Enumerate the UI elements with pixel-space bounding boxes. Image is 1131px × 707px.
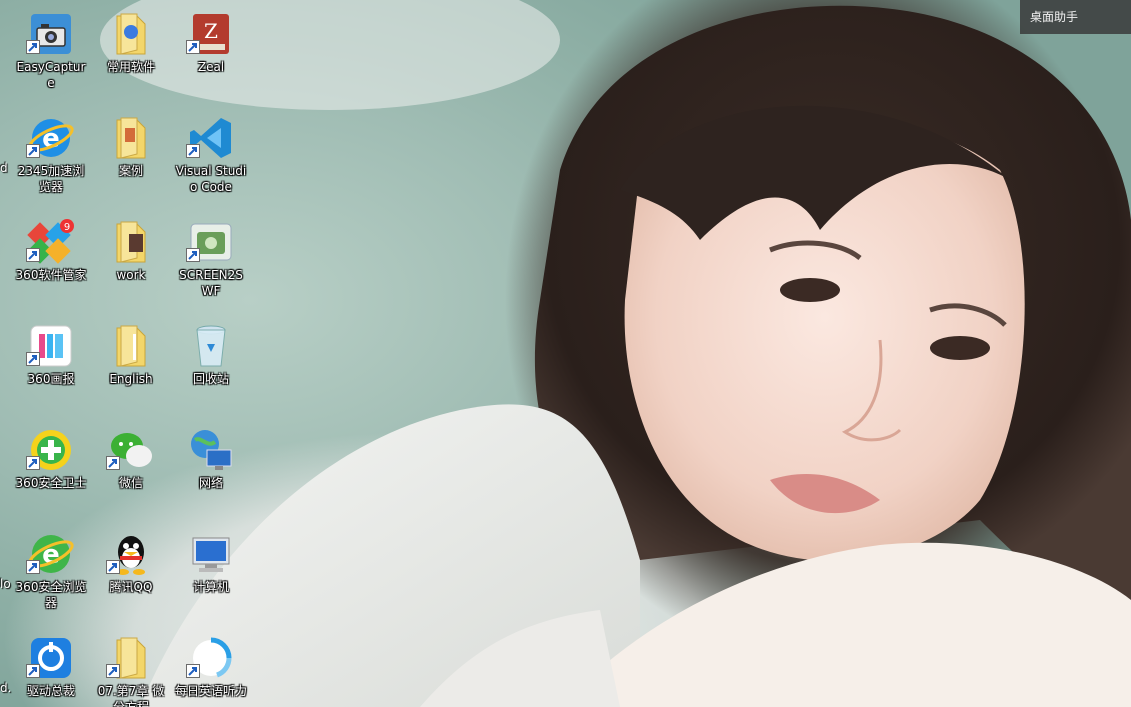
svg-text:Z: Z (204, 19, 218, 43)
icon-label: 360软件管家 (15, 268, 87, 282)
network-icon (187, 426, 235, 474)
icon-label: 回收站 (192, 372, 229, 386)
desktop-icon-daily-english-listening[interactable]: 每日英语听力 (172, 628, 250, 707)
desktop-icon-wechat[interactable]: 微信 (92, 420, 170, 518)
icon-label: Visual Studio Code (175, 164, 247, 194)
desktop-icon-zeal[interactable]: Z Zeal (172, 4, 250, 102)
shortcut-arrow-icon (26, 560, 40, 574)
folder-icon (107, 218, 155, 266)
desktop-icon-2345-browser[interactable]: e 2345加速浏览器 (12, 108, 90, 206)
shortcut-arrow-icon (26, 456, 40, 470)
icon-label: work (116, 268, 146, 282)
shortcut-arrow-icon (106, 664, 120, 678)
icon-label: 网络 (198, 476, 223, 490)
shortcut-arrow-icon (106, 560, 120, 574)
shortcut-arrow-icon (186, 664, 200, 678)
desktop-assistant-label: 桌面助手 (1030, 10, 1079, 24)
icon-label: EasyCapture (16, 60, 86, 90)
icon-label: 360画报 (27, 372, 75, 386)
icon-label: 微信 (118, 476, 143, 490)
shortcut-arrow-icon (26, 248, 40, 262)
folder-icon (107, 10, 155, 58)
icon-label: SCREEN2SWF (179, 268, 243, 298)
icon-label: 2345加速浏览器 (17, 164, 85, 194)
badge-count: 9 (64, 222, 70, 233)
desktop-icon-recycle-bin[interactable]: 回收站 (172, 316, 250, 414)
desktop-icon-cases-folder[interactable]: 案例 (92, 108, 170, 206)
desktop-icon-network[interactable]: 网络 (172, 420, 250, 518)
desktop-icon-360-security[interactable]: 360安全卫士 (12, 420, 90, 518)
desktop-icon-360-software-manager[interactable]: 9 360软件管家 (12, 212, 90, 310)
computer-icon (187, 530, 235, 578)
desktop-assistant-button[interactable]: 桌面助手 (1020, 0, 1131, 34)
desktop-icon-chapter7-folder[interactable]: 07.第7章 微分方程 (92, 628, 170, 707)
desktop-icon-easycapture[interactable]: EasyCapture (12, 4, 90, 102)
shortcut-arrow-icon (186, 40, 200, 54)
desktop-icon-tencent-qq[interactable]: 腾讯QQ (92, 524, 170, 622)
folder-icon (107, 114, 155, 162)
desktop-icon-driver-president[interactable]: 驱动总裁 (12, 628, 90, 707)
desktop-icon-360-gallery[interactable]: 360画报 (12, 316, 90, 414)
shortcut-arrow-icon (106, 456, 120, 470)
shortcut-arrow-icon (186, 144, 200, 158)
icon-label: Zeal (197, 60, 225, 74)
desktop-icon-english-folder[interactable]: English (92, 316, 170, 414)
icon-label: 案例 (118, 164, 143, 178)
desktop[interactable]: 桌面助手 d lo d. EasyCapture 常用软件 Z Zeal e 2… (0, 0, 1131, 707)
icon-label: 计算机 (192, 580, 229, 594)
edge-label-fragment: d (0, 161, 8, 175)
desktop-icon-common-software[interactable]: 常用软件 (92, 4, 170, 102)
edge-label-fragment: d. (0, 681, 12, 695)
desktop-icon-vscode[interactable]: Visual Studio Code (172, 108, 250, 206)
icon-label: 360安全卫士 (15, 476, 87, 490)
shortcut-arrow-icon (26, 40, 40, 54)
icon-label: 驱动总裁 (26, 684, 75, 698)
icon-label: 常用软件 (106, 60, 155, 74)
icon-label: 每日英语听力 (174, 684, 247, 698)
shortcut-arrow-icon (26, 664, 40, 678)
desktop-icon-work-folder[interactable]: work (92, 212, 170, 310)
icon-label: 360安全浏览器 (15, 580, 87, 610)
desktop-icon-screen2swf[interactable]: SCREEN2SWF (172, 212, 250, 310)
shortcut-arrow-icon (26, 352, 40, 366)
shortcut-arrow-icon (26, 144, 40, 158)
desktop-icon-computer[interactable]: 计算机 (172, 524, 250, 622)
folder-icon (107, 322, 155, 370)
icon-label: English (109, 372, 153, 386)
shortcut-arrow-icon (186, 248, 200, 262)
recycle-bin-icon (187, 322, 235, 370)
icon-label: 07.第7章 微分方程 (97, 684, 165, 707)
edge-label-fragment: lo (0, 577, 11, 591)
icon-label: 腾讯QQ (109, 580, 153, 594)
desktop-icon-360-safe-browser[interactable]: e 360安全浏览器 (12, 524, 90, 622)
